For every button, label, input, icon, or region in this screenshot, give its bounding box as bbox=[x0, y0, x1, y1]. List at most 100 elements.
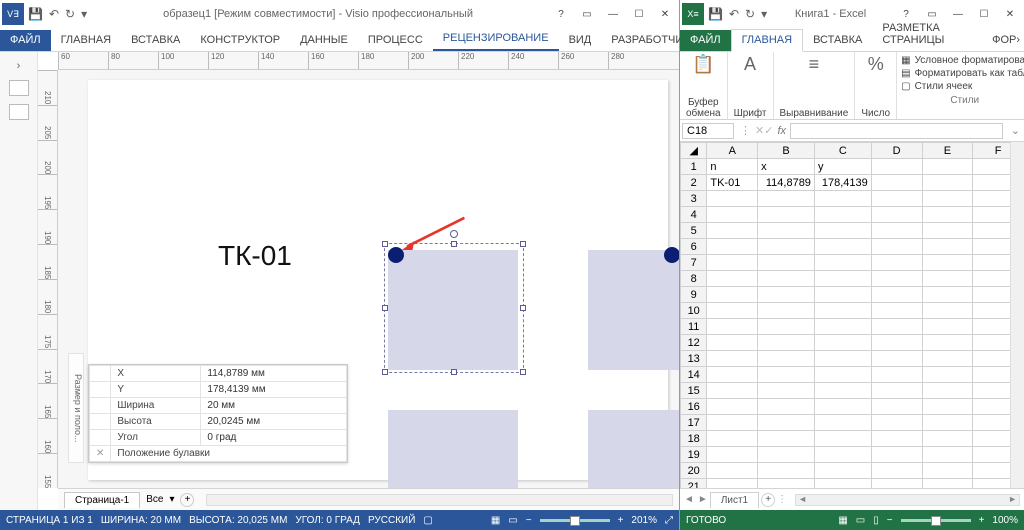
row-header[interactable]: 6 bbox=[681, 239, 707, 255]
cell[interactable] bbox=[871, 287, 922, 303]
name-box[interactable]: C18 bbox=[682, 123, 734, 139]
view-pagebreak-icon[interactable]: ▯ bbox=[873, 515, 879, 526]
formula-input[interactable] bbox=[790, 123, 1003, 139]
tab-pagelayout[interactable]: РАЗМЕТКА СТРАНИЦЫ bbox=[872, 18, 982, 51]
size-position-title[interactable]: Размер и поло... bbox=[68, 353, 84, 463]
resize-handle[interactable] bbox=[382, 305, 388, 311]
row-header[interactable]: 4 bbox=[681, 207, 707, 223]
cell[interactable] bbox=[871, 431, 922, 447]
cell[interactable]: 114,8789 bbox=[758, 175, 815, 191]
zoom-slider[interactable] bbox=[540, 519, 610, 522]
cell[interactable] bbox=[707, 303, 758, 319]
cell[interactable] bbox=[871, 383, 922, 399]
zoom-value[interactable]: 100% bbox=[992, 515, 1018, 526]
cell[interactable] bbox=[758, 319, 815, 335]
close-icon[interactable]: ✕ bbox=[653, 5, 677, 23]
fx-icon[interactable]: fx bbox=[773, 125, 790, 137]
cell[interactable] bbox=[814, 239, 871, 255]
ribbon-font-group[interactable]: A Шрифт bbox=[728, 52, 774, 119]
row-header[interactable]: 2 bbox=[681, 175, 707, 191]
cell[interactable] bbox=[922, 431, 973, 447]
sp-val-y[interactable]: 178,4139 мм bbox=[201, 382, 347, 398]
cell[interactable]: x bbox=[758, 159, 815, 175]
add-sheet-button[interactable]: + bbox=[761, 493, 775, 507]
cell[interactable]: TK-01 bbox=[707, 175, 758, 191]
cell[interactable] bbox=[814, 415, 871, 431]
row-header[interactable]: 17 bbox=[681, 415, 707, 431]
cell[interactable] bbox=[814, 207, 871, 223]
view-pagelayout-icon[interactable]: ▭ bbox=[856, 515, 865, 526]
resize-handle[interactable] bbox=[382, 241, 388, 247]
cell[interactable] bbox=[814, 399, 871, 415]
ribbon-align-group[interactable]: ≡ Выравнивание bbox=[774, 52, 856, 119]
cell[interactable] bbox=[922, 175, 973, 191]
shape-marker-right[interactable] bbox=[664, 247, 679, 263]
cell[interactable] bbox=[758, 255, 815, 271]
row-header[interactable]: 7 bbox=[681, 255, 707, 271]
align-icon[interactable]: ≡ bbox=[809, 54, 820, 75]
tab-insert[interactable]: ВСТАВКА bbox=[803, 30, 872, 51]
cell[interactable] bbox=[871, 351, 922, 367]
cell[interactable] bbox=[871, 399, 922, 415]
col-header[interactable]: B bbox=[758, 143, 815, 159]
cell[interactable] bbox=[814, 191, 871, 207]
sheet-tab[interactable]: Лист1 bbox=[710, 492, 759, 508]
col-header[interactable]: A bbox=[707, 143, 758, 159]
add-page-button[interactable]: + bbox=[180, 493, 194, 507]
cell[interactable] bbox=[707, 479, 758, 489]
ribbon-number-group[interactable]: % Число bbox=[855, 52, 897, 119]
cell[interactable] bbox=[758, 367, 815, 383]
cell[interactable] bbox=[871, 319, 922, 335]
row-header[interactable]: 13 bbox=[681, 351, 707, 367]
cell[interactable] bbox=[758, 415, 815, 431]
sheet-nav-first-icon[interactable]: ◄ bbox=[684, 494, 694, 505]
row-header[interactable]: 14 bbox=[681, 367, 707, 383]
cell[interactable] bbox=[814, 287, 871, 303]
cell[interactable]: y bbox=[814, 159, 871, 175]
tab-insert[interactable]: ВСТАВКА bbox=[121, 30, 190, 51]
cell[interactable] bbox=[871, 159, 922, 175]
stencil-icon-2[interactable] bbox=[9, 104, 29, 120]
cell[interactable] bbox=[871, 239, 922, 255]
number-icon[interactable]: % bbox=[868, 54, 884, 75]
cell[interactable] bbox=[814, 463, 871, 479]
resize-handle[interactable] bbox=[520, 241, 526, 247]
fx-cancel-icon[interactable]: ✕ bbox=[755, 124, 764, 137]
row-header[interactable]: 19 bbox=[681, 447, 707, 463]
tab-data[interactable]: ДАННЫЕ bbox=[290, 30, 358, 51]
cell[interactable] bbox=[707, 399, 758, 415]
cell[interactable] bbox=[922, 255, 973, 271]
all-pages-dropdown-icon[interactable]: ▾ bbox=[169, 494, 174, 505]
status-lang[interactable]: РУССКИЙ bbox=[368, 515, 415, 526]
qat-save-icon[interactable]: 💾 bbox=[28, 7, 43, 21]
row-header[interactable]: 10 bbox=[681, 303, 707, 319]
cell[interactable] bbox=[814, 223, 871, 239]
cell[interactable] bbox=[758, 191, 815, 207]
cell[interactable] bbox=[922, 351, 973, 367]
row-header[interactable]: 9 bbox=[681, 287, 707, 303]
cell[interactable] bbox=[871, 447, 922, 463]
cell[interactable] bbox=[707, 239, 758, 255]
cell[interactable] bbox=[814, 335, 871, 351]
view-normal-icon[interactable]: ▭ bbox=[508, 515, 517, 526]
zoom-out-icon[interactable]: − bbox=[887, 515, 893, 526]
cell[interactable] bbox=[758, 335, 815, 351]
tab-file[interactable]: ФАЙЛ bbox=[680, 30, 731, 51]
zoom-slider[interactable] bbox=[901, 519, 971, 522]
cell[interactable] bbox=[871, 303, 922, 319]
ribbon-clipboard-group[interactable]: 📋 Буфер обмена bbox=[680, 52, 728, 119]
format-table-button[interactable]: ▤Форматировать как табл bbox=[901, 67, 1024, 80]
cell[interactable] bbox=[871, 335, 922, 351]
cell[interactable] bbox=[871, 223, 922, 239]
cell[interactable] bbox=[922, 319, 973, 335]
minimize-icon[interactable]: — bbox=[601, 5, 625, 23]
cell[interactable] bbox=[814, 431, 871, 447]
cell[interactable] bbox=[871, 191, 922, 207]
v-scrollbar[interactable] bbox=[1010, 142, 1024, 488]
cell[interactable] bbox=[814, 303, 871, 319]
shapes-chevron-icon[interactable]: › bbox=[17, 60, 21, 72]
cell[interactable] bbox=[871, 415, 922, 431]
cell[interactable] bbox=[922, 367, 973, 383]
cell[interactable] bbox=[922, 447, 973, 463]
cell[interactable] bbox=[758, 207, 815, 223]
